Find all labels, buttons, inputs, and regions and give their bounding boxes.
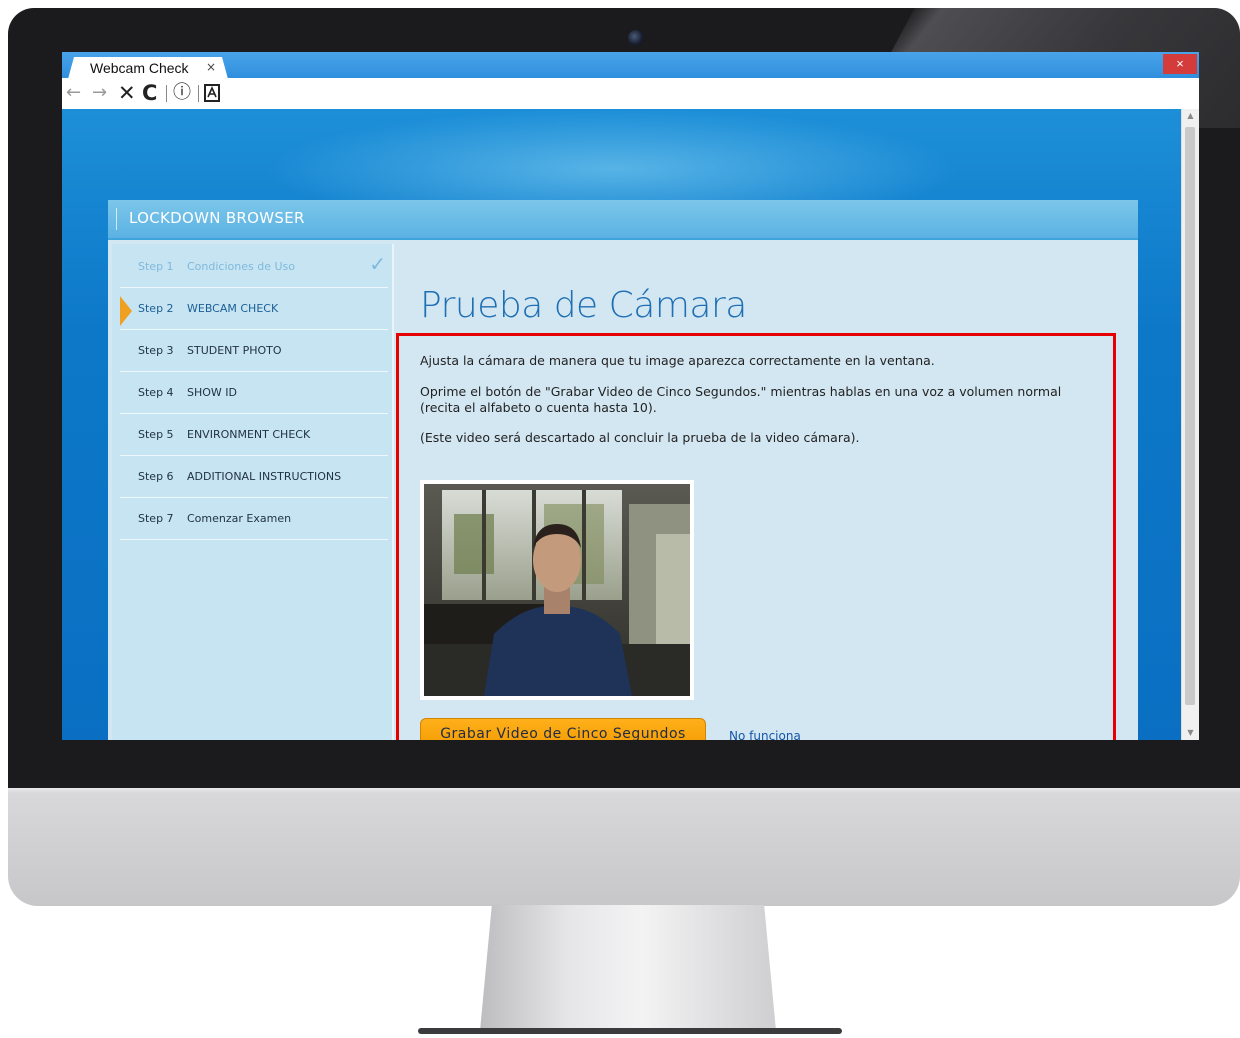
webcam-video	[424, 484, 690, 696]
scroll-down-icon[interactable]: ▼	[1182, 726, 1199, 740]
browser-tab-bar: Webcam Check × ×	[62, 52, 1199, 78]
instruction-discard: (Este video será descartado al concluir …	[420, 430, 860, 445]
browser-tab[interactable]: Webcam Check ×	[68, 57, 228, 79]
step-label: Step 6	[138, 470, 174, 483]
page-title: Prueba de Cámara	[420, 285, 747, 326]
step-additional-instructions[interactable]: Step 6 ADDITIONAL INSTRUCTIONS	[120, 456, 388, 498]
step-label: Step 5	[138, 428, 174, 441]
screen: Webcam Check × × ← → ✕ C ⓘ LOCKDOWN BROW…	[62, 52, 1199, 740]
reader-mode-icon[interactable]	[204, 84, 220, 106]
step-show-id[interactable]: Step 4 SHOW ID	[120, 372, 388, 414]
toolbar-separator	[166, 85, 167, 102]
monitor-chin	[8, 788, 1240, 906]
page-area: LOCKDOWN BROWSER Step 1 Condiciones de U…	[62, 109, 1182, 740]
step-student-photo[interactable]: Step 3 STUDENT PHOTO	[120, 330, 388, 372]
step-environment-check[interactable]: Step 5 ENVIRONMENT CHECK	[120, 414, 388, 456]
tab-close-icon[interactable]: ×	[206, 60, 216, 74]
app-title: LOCKDOWN BROWSER	[129, 209, 305, 227]
vertical-scrollbar[interactable]: ▲ ▼	[1181, 109, 1199, 740]
step-label: Step 1	[138, 260, 174, 273]
info-icon[interactable]: ⓘ	[173, 82, 191, 104]
instruction-record: Oprime el botón de "Grabar Video de Cinc…	[420, 384, 1062, 415]
step-label: Step 3	[138, 344, 174, 357]
active-step-arrow-icon	[120, 296, 132, 326]
step-condiciones-de-uso[interactable]: Step 1 Condiciones de Uso ✓	[120, 246, 388, 288]
step-label: Step 7	[138, 512, 174, 525]
monitor-stand	[480, 905, 776, 1031]
step-name: STUDENT PHOTO	[187, 344, 282, 357]
step-name: ADDITIONAL INSTRUCTIONS	[187, 470, 342, 483]
toolbar-separator	[198, 85, 199, 102]
webcam-preview	[420, 480, 694, 700]
back-icon[interactable]: ←	[66, 82, 81, 104]
step-comenzar-examen[interactable]: Step 7 Comenzar Examen	[120, 498, 388, 540]
step-name: WEBCAM CHECK	[187, 302, 279, 315]
not-working-link[interactable]: No funciona	[729, 729, 801, 740]
main-panel: Step 1 Condiciones de Uso ✓ Step 2 WEBCA…	[108, 240, 1138, 740]
webcam-lens-icon	[628, 30, 644, 46]
instruction-adjust: Ajusta la cámara de manera que tu image …	[420, 353, 935, 368]
browser-toolbar: ← → ✕ C ⓘ	[62, 78, 1199, 110]
app-header: LOCKDOWN BROWSER	[108, 200, 1138, 240]
step-webcam-check[interactable]: Step 2 WEBCAM CHECK	[120, 288, 388, 330]
step-name: ENVIRONMENT CHECK	[187, 428, 311, 441]
step-name: Comenzar Examen	[187, 512, 292, 525]
step-label: Step 4	[138, 386, 174, 399]
checkmark-icon: ✓	[369, 252, 386, 276]
forward-icon[interactable]: →	[92, 82, 107, 104]
scroll-up-icon[interactable]: ▲	[1182, 109, 1199, 123]
stop-icon[interactable]: ✕	[118, 82, 136, 104]
record-video-button[interactable]: Grabar Video de Cinco Segundos	[420, 718, 706, 740]
monitor-stand-base	[418, 1028, 842, 1034]
step-label: Step 2	[138, 302, 174, 315]
step-name: Condiciones de Uso	[187, 260, 295, 273]
step-name: SHOW ID	[187, 386, 237, 399]
window-close-button[interactable]: ×	[1163, 54, 1197, 74]
scroll-thumb[interactable]	[1185, 127, 1195, 705]
reload-icon[interactable]: C	[142, 82, 157, 104]
steps-sidebar: Step 1 Condiciones de Uso ✓ Step 2 WEBCA…	[112, 244, 394, 740]
tab-title: Webcam Check	[90, 60, 189, 76]
